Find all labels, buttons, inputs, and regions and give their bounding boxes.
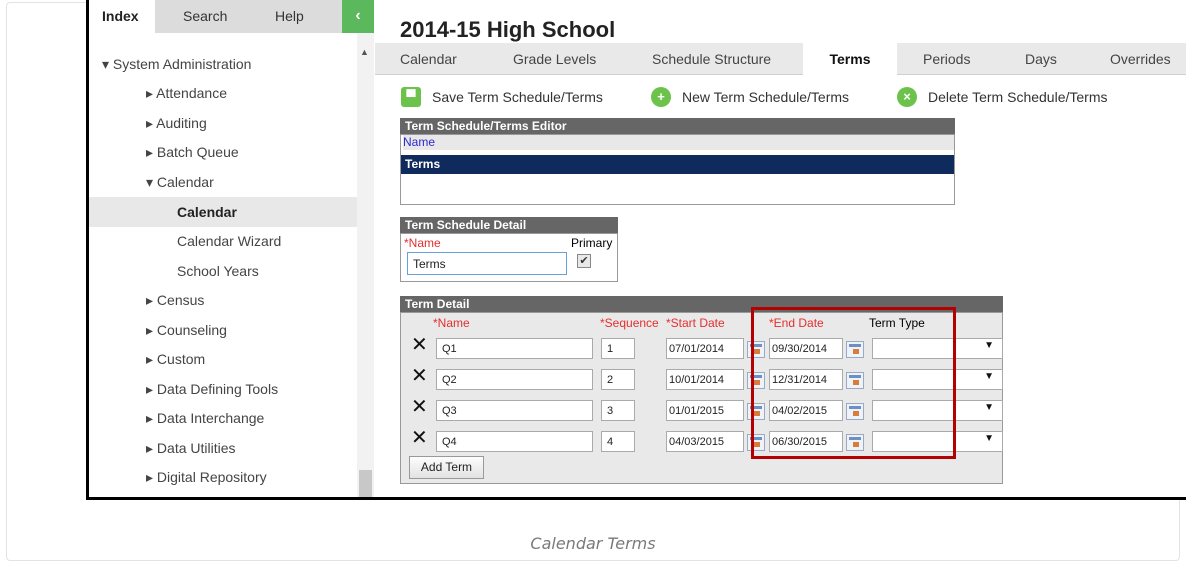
sidebar: Index Search Help ‹ ▾ System Administrat… — [89, 0, 374, 497]
tab-schedule-structure[interactable]: Schedule Structure — [652, 43, 771, 75]
sidebar-scrollbar[interactable]: ▲ — [357, 33, 374, 497]
new-label: New Term Schedule/Terms — [682, 89, 850, 105]
col-start-header: *Start Date — [666, 316, 725, 330]
tab-terms[interactable]: Terms — [803, 43, 897, 75]
term-name-input[interactable] — [436, 338, 593, 359]
schedule-name-label: *Name — [404, 236, 441, 250]
editor-header: Term Schedule/Terms Editor — [400, 118, 955, 134]
page-title: 2014-15 High School — [400, 17, 616, 42]
tree-item-attendance[interactable]: ▸ Attendance — [146, 78, 227, 108]
term-name-input[interactable] — [436, 400, 593, 421]
term-name-input[interactable] — [436, 369, 593, 390]
tab-calendar[interactable]: Calendar — [400, 43, 457, 75]
save-icon: ▀ — [401, 87, 421, 107]
delete-label: Delete Term Schedule/Terms — [928, 89, 1108, 105]
tree-item-digital-repository[interactable]: ▸ Digital Repository — [146, 462, 267, 492]
primary-label: Primary — [571, 236, 613, 250]
delete-icon: × — [897, 87, 917, 107]
term-start-input[interactable] — [666, 431, 744, 452]
tree-item-custom[interactable]: ▸ Custom — [146, 344, 205, 374]
schedule-name-input[interactable] — [407, 252, 567, 275]
tree-item-calendar[interactable]: Calendar — [89, 197, 357, 227]
tab-index[interactable]: Index — [89, 0, 155, 33]
tab-days[interactable]: Days — [1025, 43, 1057, 75]
term-sequence-input[interactable] — [601, 431, 635, 452]
term-start-input[interactable] — [666, 400, 744, 421]
scroll-thumb[interactable] — [359, 470, 372, 497]
term-name-input[interactable] — [436, 431, 593, 452]
tree-item-system-administration[interactable]: ▾ System Administration — [102, 49, 251, 79]
term-sequence-input[interactable] — [601, 400, 635, 421]
tree-item-data-defining-tools[interactable]: ▸ Data Defining Tools — [146, 374, 278, 404]
schedule-detail-header: Term Schedule Detail — [400, 217, 618, 233]
primary-checkbox[interactable]: ✔ — [577, 254, 591, 268]
editor-column-name: Name — [403, 135, 954, 150]
add-term-button[interactable]: Add Term — [409, 456, 484, 479]
tab-search[interactable]: Search — [183, 0, 243, 33]
tab-overrides[interactable]: Overrides — [1110, 43, 1171, 75]
tree-item-calendar-folder[interactable]: ▾ Calendar — [146, 167, 214, 197]
tab-grade-levels[interactable]: Grade Levels — [513, 43, 596, 75]
tree-item-counseling[interactable]: ▸ Counseling — [146, 315, 227, 345]
col-name-header: *Name — [433, 316, 470, 330]
tree-item-batch-queue[interactable]: ▸ Batch Queue — [146, 137, 239, 167]
delete-row-icon[interactable]: ✕ — [411, 366, 428, 386]
tab-help[interactable]: Help — [275, 0, 315, 33]
term-start-input[interactable] — [666, 369, 744, 390]
sidebar-tabs: Index Search Help ‹ — [89, 0, 374, 33]
main-panel: 2014-15 High School Calendar Grade Level… — [375, 0, 1186, 497]
calendar-tab-bar: Calendar Grade Levels Schedule Structure… — [375, 43, 1186, 75]
screenshot-frame: Index Search Help ‹ ▾ System Administrat… — [86, 0, 1186, 500]
col-sequence-header: *Sequence — [600, 316, 659, 330]
term-sequence-input[interactable] — [601, 338, 635, 359]
tree-item-auditing[interactable]: ▸ Auditing — [146, 108, 207, 138]
dropdown-arrow-icon: ▼ — [984, 371, 994, 382]
save-label: Save Term Schedule/Terms — [432, 89, 603, 105]
tree-item-data-interchange[interactable]: ▸ Data Interchange — [146, 403, 264, 433]
plus-icon: + — [651, 87, 671, 107]
delete-row-icon[interactable]: ✕ — [411, 428, 428, 448]
scroll-up-icon[interactable]: ▲ — [360, 47, 369, 57]
dropdown-arrow-icon: ▼ — [984, 402, 994, 413]
schedule-detail-box: *Name Primary ✔ — [400, 233, 618, 282]
term-start-input[interactable] — [666, 338, 744, 359]
editor-list: Name Terms — [400, 134, 955, 205]
collapse-sidebar-icon[interactable]: ‹ — [342, 0, 374, 33]
tree-item-census[interactable]: ▸ Census — [146, 285, 204, 315]
delete-row-icon[interactable]: ✕ — [411, 335, 428, 355]
figure-caption: Calendar Terms — [530, 534, 656, 553]
tree-item-school-years[interactable]: School Years — [177, 256, 259, 286]
sidebar-tree: ▾ System Administration ▸ Attendance ▸ A… — [89, 33, 357, 497]
delete-row-icon[interactable]: ✕ — [411, 397, 428, 417]
term-sequence-input[interactable] — [601, 369, 635, 390]
date-columns-highlight — [751, 307, 956, 459]
dropdown-arrow-icon: ▼ — [984, 433, 994, 444]
tree-item-data-utilities[interactable]: ▸ Data Utilities — [146, 433, 236, 463]
editor-row-terms[interactable]: Terms — [401, 155, 954, 174]
tab-periods[interactable]: Periods — [923, 43, 970, 75]
dropdown-arrow-icon: ▼ — [984, 340, 994, 351]
tree-item-calendar-wizard[interactable]: Calendar Wizard — [177, 226, 281, 256]
